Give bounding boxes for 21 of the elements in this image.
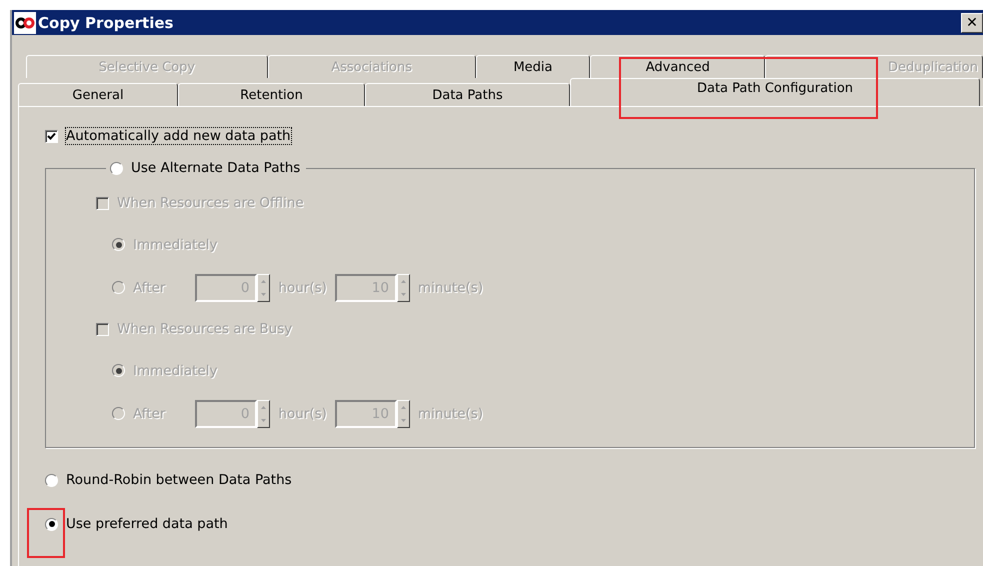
close-button[interactable]: ✕ <box>961 12 983 32</box>
tab[interactable]: Media <box>476 55 590 78</box>
spin-arrows-icon[interactable] <box>257 274 270 302</box>
tab[interactable]: Data Path Configuration <box>570 78 980 106</box>
radio-button[interactable] <box>45 474 58 486</box>
spin-arrows-icon[interactable] <box>396 274 410 302</box>
radio-label: Use Alternate Data Paths <box>131 160 300 176</box>
radio-label: Use preferred data path <box>66 516 228 532</box>
radio-button[interactable] <box>45 518 58 530</box>
radio-button[interactable] <box>110 162 123 174</box>
tab[interactable]: Retention <box>178 83 365 106</box>
tab[interactable]: Advanced <box>590 55 766 78</box>
tab[interactable]: General <box>18 83 178 106</box>
spin-arrows-icon[interactable] <box>257 400 270 428</box>
app-logo-icon <box>14 12 36 34</box>
window-title: Copy Properties <box>38 14 174 32</box>
checkbox[interactable] <box>45 130 58 142</box>
tab[interactable]: Data Paths <box>365 83 570 106</box>
checkbox-label: Automatically add new data path <box>66 128 291 144</box>
radio-label: Round-Robin between Data Paths <box>66 472 292 488</box>
spin-arrows-icon[interactable] <box>396 400 410 428</box>
